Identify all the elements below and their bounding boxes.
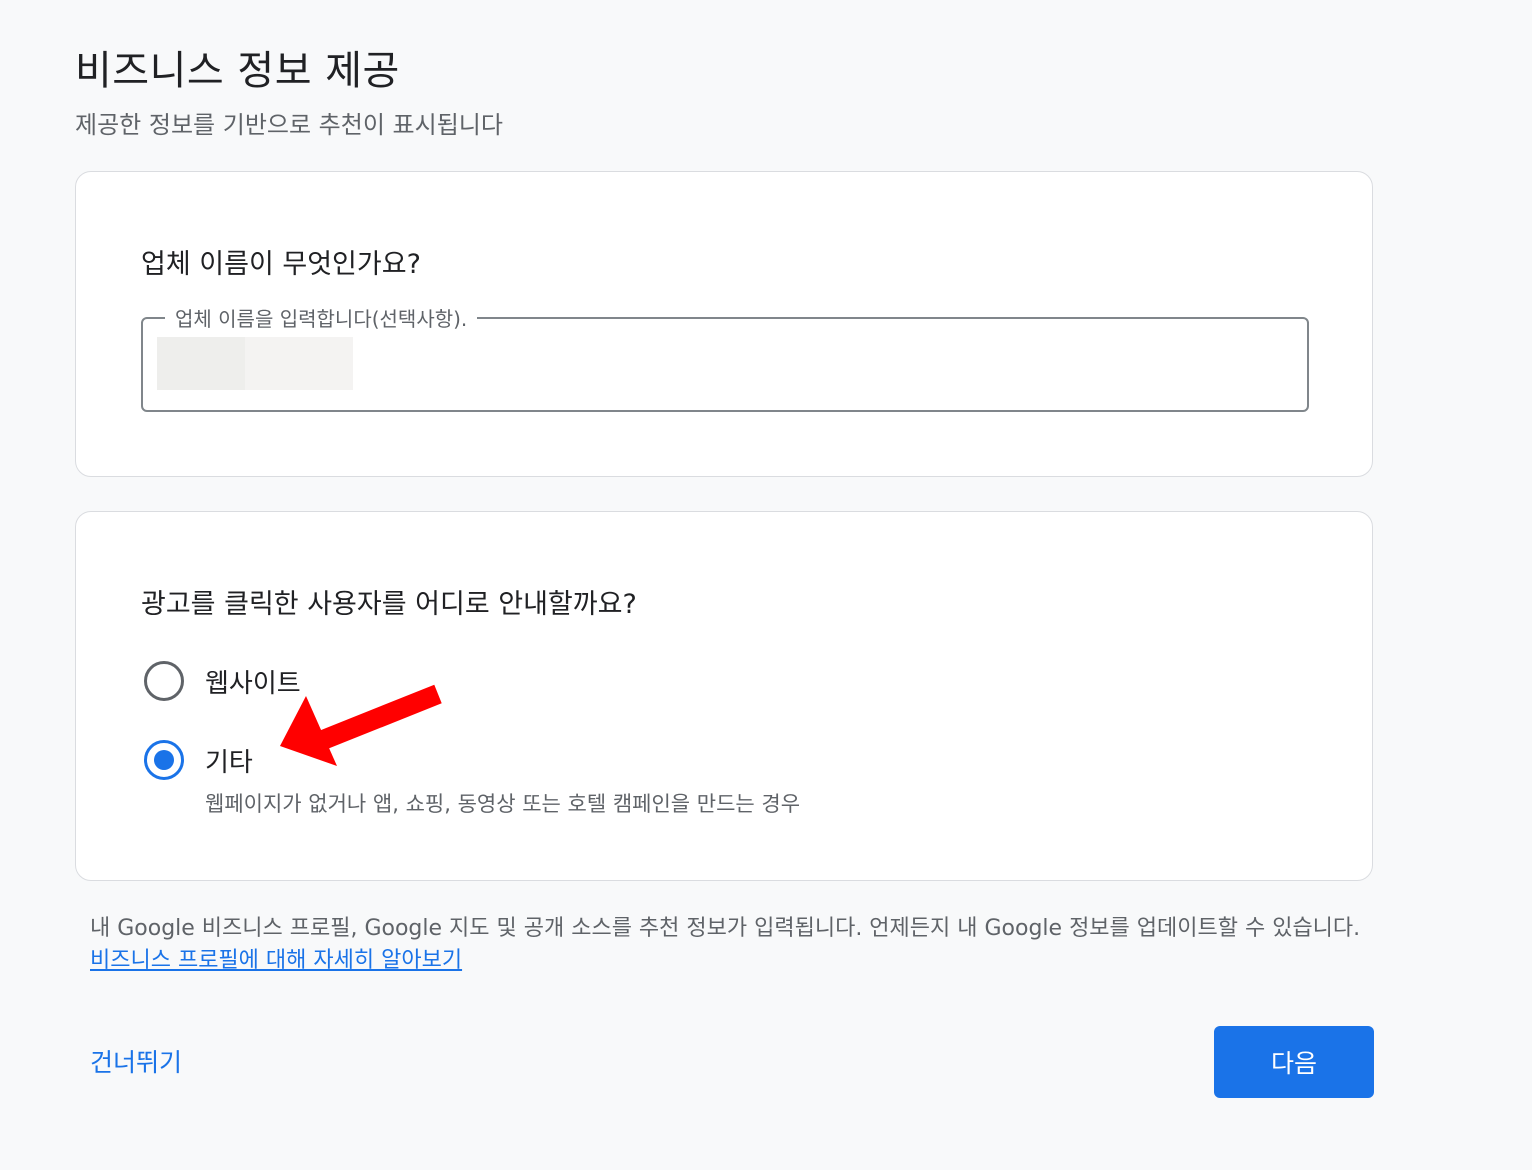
business-name-input[interactable] [157,337,353,390]
red-arrow-icon [280,684,442,766]
footnote-text: 내 Google 비즈니스 프로필, Google 지도 및 공개 소스를 추천… [90,916,1361,941]
radio-option-other[interactable]: 기타 [144,740,253,780]
radio-button-website[interactable] [144,661,184,701]
radio-button-other[interactable] [144,740,184,780]
destination-question: 광고를 클릭한 사용자를 어디로 안내할까요? [141,589,637,620]
next-button[interactable]: 다음 [1214,1026,1374,1098]
page: 비즈니스 정보 제공 제공한 정보를 기반으로 추천이 표시됩니다 업체 이름이… [0,0,1532,1170]
business-name-field-label: 업체 이름을 입력합니다(선택사항). [165,303,478,332]
business-name-field[interactable]: 업체 이름을 입력합니다(선택사항). [141,303,1309,412]
page-title: 비즈니스 정보 제공 [75,48,400,94]
page-subtitle: 제공한 정보를 기반으로 추천이 표시됩니다 [75,111,503,139]
business-name-question: 업체 이름이 무엇인가요? [141,249,421,280]
business-name-card: 업체 이름이 무엇인가요? 업체 이름을 입력합니다(선택사항). [75,171,1373,477]
radio-description-other: 웹페이지가 없거나 앱, 쇼핑, 동영상 또는 호텔 캠페인을 만드는 경우 [205,792,801,816]
skip-button[interactable]: 건너뛰기 [90,1043,182,1079]
learn-more-link[interactable]: 비즈니스 프로필에 대해 자세히 알아보기 [90,948,462,973]
footnote: 내 Google 비즈니스 프로필, Google 지도 및 공개 소스를 추천… [90,913,1380,977]
radio-label-other: 기타 [205,747,253,778]
